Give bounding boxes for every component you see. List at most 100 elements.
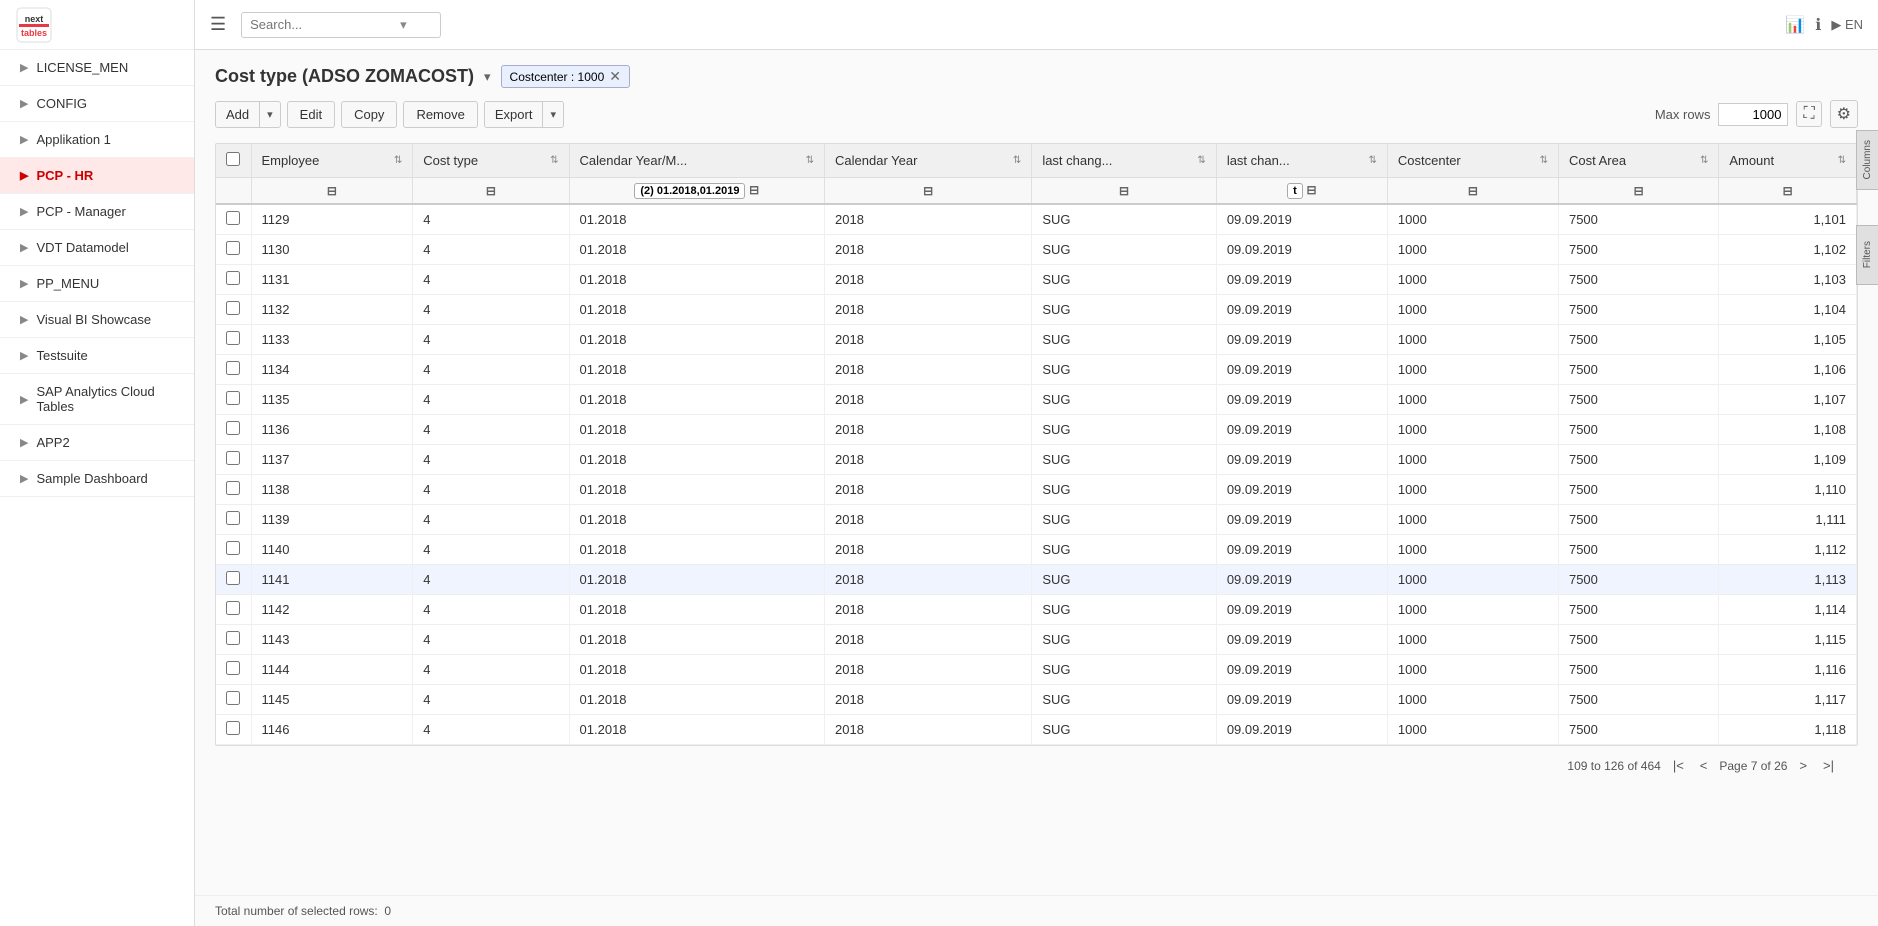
row-checkbox-2[interactable]: [226, 271, 240, 285]
row-checkbox-15[interactable]: [226, 661, 240, 675]
table-row[interactable]: 1137 4 01.2018 2018 SUG 09.09.2019 1000 …: [216, 445, 1857, 475]
td-checkbox-8[interactable]: [216, 445, 251, 475]
sort-cost-type-icon[interactable]: ⇅: [550, 155, 558, 166]
copy-button[interactable]: Copy: [341, 101, 397, 128]
edit-button[interactable]: Edit: [287, 101, 335, 128]
table-row[interactable]: 1146 4 01.2018 2018 SUG 09.09.2019 1000 …: [216, 715, 1857, 745]
td-checkbox-5[interactable]: [216, 355, 251, 385]
td-checkbox-17[interactable]: [216, 715, 251, 745]
sidebar-item-app2[interactable]: ▶APP2: [0, 425, 194, 461]
export-button[interactable]: Export: [485, 102, 544, 127]
add-dropdown-arrow[interactable]: ▾: [260, 103, 280, 126]
table-row[interactable]: 1136 4 01.2018 2018 SUG 09.09.2019 1000 …: [216, 415, 1857, 445]
filter-last-changed-on-chip[interactable]: t: [1287, 183, 1303, 199]
td-checkbox-12[interactable]: [216, 565, 251, 595]
td-checkbox-4[interactable]: [216, 325, 251, 355]
next-page-button[interactable]: >: [1795, 756, 1811, 775]
row-checkbox-1[interactable]: [226, 241, 240, 255]
td-checkbox-3[interactable]: [216, 295, 251, 325]
search-dropdown-icon[interactable]: ▾: [400, 17, 407, 33]
td-checkbox-13[interactable]: [216, 595, 251, 625]
settings-icon[interactable]: ⚙: [1830, 100, 1858, 128]
search-input[interactable]: [250, 17, 400, 32]
td-checkbox-7[interactable]: [216, 415, 251, 445]
filter-costcenter-icon[interactable]: ⊟: [1468, 184, 1478, 198]
prev-page-button[interactable]: <: [1696, 756, 1712, 775]
sidebar-item-license-men[interactable]: ▶LICENSE_MEN: [0, 50, 194, 86]
sidebar-item-applikation-1[interactable]: ▶Applikation 1: [0, 122, 194, 158]
sidebar-item-sap-analytics-cloud-tables[interactable]: ▶SAP Analytics Cloud Tables: [0, 374, 194, 425]
row-checkbox-0[interactable]: [226, 211, 240, 225]
row-checkbox-12[interactable]: [226, 571, 240, 585]
sidebar-item-visual-bi-showcase[interactable]: ▶Visual BI Showcase: [0, 302, 194, 338]
filter-last-changed-by-icon[interactable]: ⊟: [1119, 184, 1129, 198]
td-checkbox-11[interactable]: [216, 535, 251, 565]
sort-calendar-year-icon[interactable]: ⇅: [1013, 155, 1021, 166]
row-checkbox-5[interactable]: [226, 361, 240, 375]
filter-employee-icon[interactable]: ⊟: [327, 184, 337, 198]
td-checkbox-6[interactable]: [216, 385, 251, 415]
td-checkbox-0[interactable]: [216, 204, 251, 235]
add-button-split[interactable]: Add ▾: [215, 101, 281, 128]
row-checkbox-7[interactable]: [226, 421, 240, 435]
sort-amount-icon[interactable]: ⇅: [1838, 155, 1846, 166]
row-checkbox-4[interactable]: [226, 331, 240, 345]
sort-costcenter-icon[interactable]: ⇅: [1540, 155, 1548, 166]
filter-calendar-year-month-icon[interactable]: ⊟: [749, 183, 759, 197]
export-button-split[interactable]: Export ▾: [484, 101, 564, 128]
sidebar-item-sample-dashboard[interactable]: ▶Sample Dashboard: [0, 461, 194, 497]
row-checkbox-11[interactable]: [226, 541, 240, 555]
columns-panel-tab[interactable]: Columns: [1856, 130, 1878, 190]
td-checkbox-14[interactable]: [216, 625, 251, 655]
language-button[interactable]: ▶ EN: [1831, 17, 1863, 33]
td-checkbox-15[interactable]: [216, 655, 251, 685]
sidebar-item-pp-menu[interactable]: ▶PP_MENU: [0, 266, 194, 302]
row-checkbox-8[interactable]: [226, 451, 240, 465]
table-row[interactable]: 1131 4 01.2018 2018 SUG 09.09.2019 1000 …: [216, 265, 1857, 295]
add-button[interactable]: Add: [216, 102, 260, 127]
table-row[interactable]: 1145 4 01.2018 2018 SUG 09.09.2019 1000 …: [216, 685, 1857, 715]
filter-calendar-year-month-chip[interactable]: (2) 01.2018,01.2019: [634, 183, 745, 199]
td-checkbox-1[interactable]: [216, 235, 251, 265]
row-checkbox-6[interactable]: [226, 391, 240, 405]
sort-calendar-year-month-icon[interactable]: ⇅: [806, 155, 814, 166]
last-page-button[interactable]: >|: [1819, 756, 1838, 775]
td-checkbox-9[interactable]: [216, 475, 251, 505]
td-checkbox-10[interactable]: [216, 505, 251, 535]
table-row[interactable]: 1134 4 01.2018 2018 SUG 09.09.2019 1000 …: [216, 355, 1857, 385]
sidebar-item-config[interactable]: ▶CONFIG: [0, 86, 194, 122]
filter-cost-area-icon[interactable]: ⊟: [1634, 184, 1644, 198]
table-row[interactable]: 1141 4 01.2018 2018 SUG 09.09.2019 1000 …: [216, 565, 1857, 595]
row-checkbox-10[interactable]: [226, 511, 240, 525]
title-filter-icon[interactable]: ▾: [484, 69, 491, 85]
table-row[interactable]: 1133 4 01.2018 2018 SUG 09.09.2019 1000 …: [216, 325, 1857, 355]
table-row[interactable]: 1140 4 01.2018 2018 SUG 09.09.2019 1000 …: [216, 535, 1857, 565]
row-checkbox-13[interactable]: [226, 601, 240, 615]
chart-icon[interactable]: 📊: [1785, 15, 1805, 35]
td-checkbox-2[interactable]: [216, 265, 251, 295]
sidebar-item-testsuite[interactable]: ▶Testsuite: [0, 338, 194, 374]
remove-button[interactable]: Remove: [403, 101, 477, 128]
table-row[interactable]: 1132 4 01.2018 2018 SUG 09.09.2019 1000 …: [216, 295, 1857, 325]
filter-badge-close[interactable]: ✕: [609, 68, 621, 85]
table-row[interactable]: 1139 4 01.2018 2018 SUG 09.09.2019 1000 …: [216, 505, 1857, 535]
row-checkbox-17[interactable]: [226, 721, 240, 735]
info-icon[interactable]: ℹ: [1815, 15, 1821, 35]
hamburger-icon[interactable]: ☰: [210, 14, 226, 35]
sidebar-item-vdt-datamodel[interactable]: ▶VDT Datamodel: [0, 230, 194, 266]
sort-last-changed-by-icon[interactable]: ⇅: [1197, 155, 1205, 166]
filter-amount-icon[interactable]: ⊟: [1783, 184, 1793, 198]
export-dropdown-arrow[interactable]: ▾: [543, 103, 563, 126]
first-page-button[interactable]: |<: [1669, 756, 1688, 775]
row-checkbox-16[interactable]: [226, 691, 240, 705]
table-row[interactable]: 1129 4 01.2018 2018 SUG 09.09.2019 1000 …: [216, 204, 1857, 235]
select-all-checkbox[interactable]: [226, 152, 240, 166]
sidebar-item-pcp-manager[interactable]: ▶PCP - Manager: [0, 194, 194, 230]
filter-cost-type-icon[interactable]: ⊟: [486, 184, 496, 198]
row-checkbox-9[interactable]: [226, 481, 240, 495]
filter-calendar-year-icon[interactable]: ⊟: [923, 184, 933, 198]
table-row[interactable]: 1144 4 01.2018 2018 SUG 09.09.2019 1000 …: [216, 655, 1857, 685]
td-checkbox-16[interactable]: [216, 685, 251, 715]
table-row[interactable]: 1138 4 01.2018 2018 SUG 09.09.2019 1000 …: [216, 475, 1857, 505]
table-row[interactable]: 1135 4 01.2018 2018 SUG 09.09.2019 1000 …: [216, 385, 1857, 415]
